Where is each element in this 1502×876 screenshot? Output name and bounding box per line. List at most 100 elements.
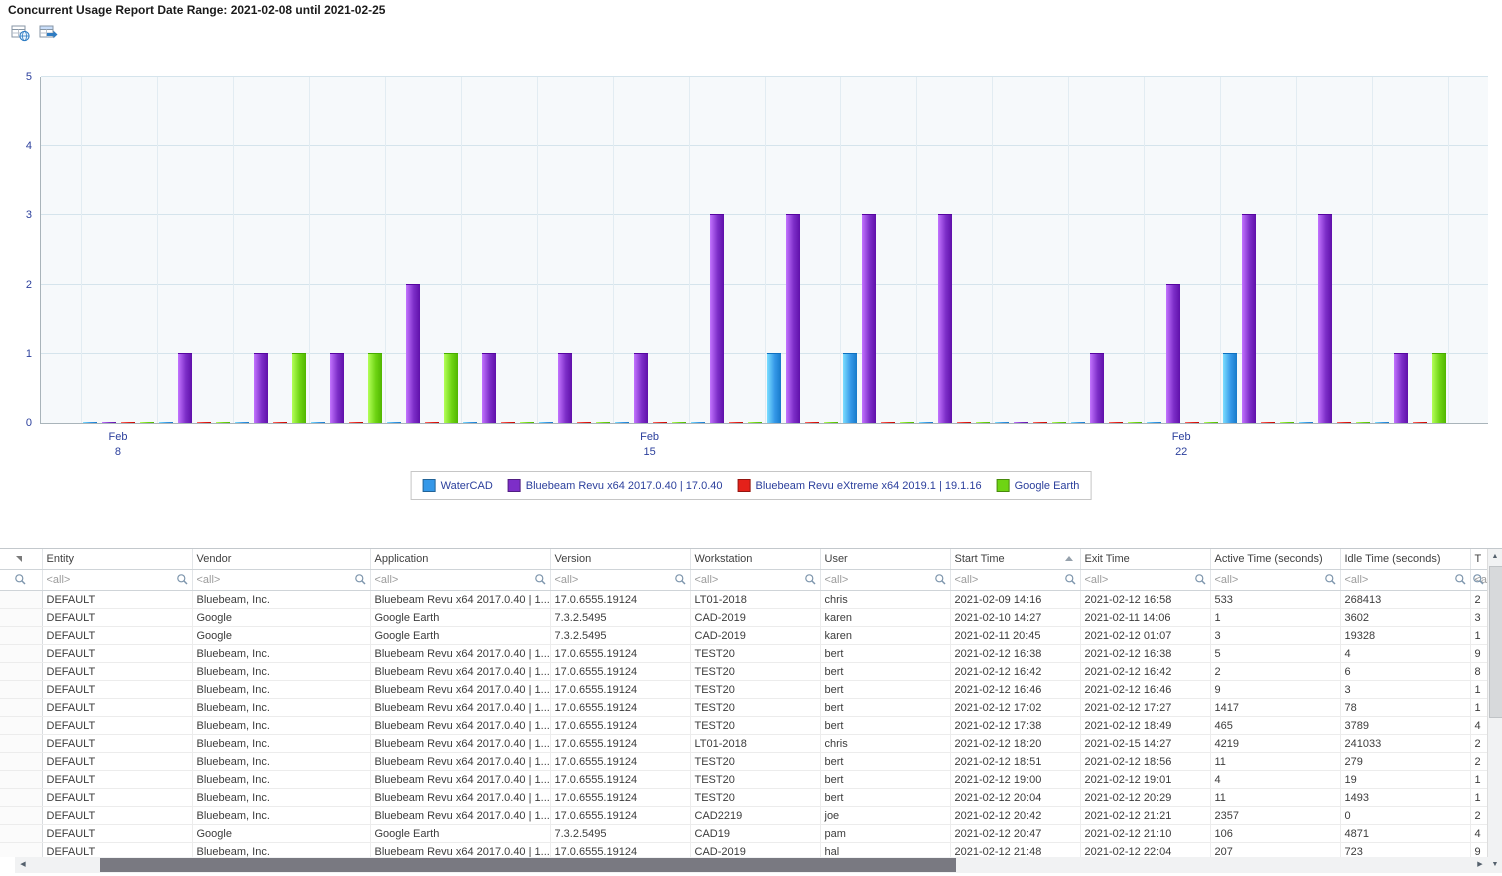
scroll-down-icon[interactable]: ▼ — [1488, 857, 1502, 873]
column-header-version[interactable]: Version — [550, 549, 690, 570]
cell-application[interactable]: Bluebeam Revu x64 2017.0.40 | 1... — [370, 717, 550, 735]
search-icon[interactable] — [176, 573, 189, 586]
table-row[interactable]: DEFAULTBluebeam, Inc.Bluebeam Revu x64 2… — [0, 591, 1488, 609]
column-header-start-time[interactable]: Start Time — [950, 549, 1080, 570]
cell-workstation[interactable]: TEST20 — [690, 717, 820, 735]
cell-version[interactable]: 17.0.6555.19124 — [550, 735, 690, 753]
cell-idle-time-seconds[interactable]: 3789 — [1340, 717, 1470, 735]
cell-active-time-seconds[interactable]: 533 — [1210, 591, 1340, 609]
cell-vendor[interactable]: Bluebeam, Inc. — [192, 789, 370, 807]
cell-entity[interactable]: DEFAULT — [42, 843, 192, 858]
row-indicator-cell[interactable] — [0, 645, 42, 663]
cell-application[interactable]: Bluebeam Revu x64 2017.0.40 | 1... — [370, 771, 550, 789]
row-indicator-cell[interactable] — [0, 771, 42, 789]
export-web-button[interactable] — [10, 24, 32, 44]
cell-application[interactable]: Bluebeam Revu x64 2017.0.40 | 1... — [370, 663, 550, 681]
cell-user[interactable]: bert — [820, 717, 950, 735]
filter-cell-indicator[interactable] — [0, 570, 42, 591]
cell-entity[interactable]: DEFAULT — [42, 807, 192, 825]
cell-version[interactable]: 17.0.6555.19124 — [550, 771, 690, 789]
cell-application[interactable]: Google Earth — [370, 825, 550, 843]
cell-start-time[interactable]: 2021-02-12 21:48 — [950, 843, 1080, 858]
cell-idle-time-seconds[interactable]: 0 — [1340, 807, 1470, 825]
cell-t[interactable]: 1 — [1470, 627, 1488, 645]
table-row[interactable]: DEFAULTGoogleGoogle Earth7.3.2.5495CAD19… — [0, 825, 1488, 843]
cell-workstation[interactable]: LT01-2018 — [690, 735, 820, 753]
cell-version[interactable]: 7.3.2.5495 — [550, 627, 690, 645]
cell-application[interactable]: Bluebeam Revu x64 2017.0.40 | 1... — [370, 807, 550, 825]
search-icon[interactable] — [1064, 573, 1077, 586]
search-icon[interactable] — [534, 573, 547, 586]
cell-exit-time[interactable]: 2021-02-12 19:01 — [1080, 771, 1210, 789]
column-header-application[interactable]: Application — [370, 549, 550, 570]
column-header-vendor[interactable]: Vendor — [192, 549, 370, 570]
cell-exit-time[interactable]: 2021-02-12 21:21 — [1080, 807, 1210, 825]
cell-entity[interactable]: DEFAULT — [42, 609, 192, 627]
cell-exit-time[interactable]: 2021-02-12 18:49 — [1080, 717, 1210, 735]
row-indicator-cell[interactable] — [0, 681, 42, 699]
cell-workstation[interactable]: TEST20 — [690, 699, 820, 717]
row-indicator-cell[interactable] — [0, 825, 42, 843]
cell-workstation[interactable]: TEST20 — [690, 663, 820, 681]
row-indicator-cell[interactable] — [0, 591, 42, 609]
search-icon[interactable] — [14, 573, 27, 586]
column-header-t[interactable]: T — [1470, 549, 1488, 570]
filter-cell-user[interactable]: <all> — [820, 570, 950, 591]
cell-user[interactable]: bert — [820, 753, 950, 771]
table-row[interactable]: DEFAULTBluebeam, Inc.Bluebeam Revu x64 2… — [0, 735, 1488, 753]
cell-version[interactable]: 17.0.6555.19124 — [550, 663, 690, 681]
cell-application[interactable]: Bluebeam Revu x64 2017.0.40 | 1... — [370, 789, 550, 807]
cell-application[interactable]: Bluebeam Revu x64 2017.0.40 | 1... — [370, 699, 550, 717]
cell-user[interactable]: karen — [820, 627, 950, 645]
row-indicator-cell[interactable] — [0, 717, 42, 735]
cell-t[interactable]: 2 — [1470, 735, 1488, 753]
search-icon[interactable] — [354, 573, 367, 586]
cell-vendor[interactable]: Bluebeam, Inc. — [192, 753, 370, 771]
cell-vendor[interactable]: Bluebeam, Inc. — [192, 663, 370, 681]
table-row[interactable]: DEFAULTBluebeam, Inc.Bluebeam Revu x64 2… — [0, 771, 1488, 789]
cell-vendor[interactable]: Google — [192, 609, 370, 627]
cell-start-time[interactable]: 2021-02-12 18:20 — [950, 735, 1080, 753]
filter-cell-t[interactable]: <all> — [1470, 570, 1488, 591]
cell-vendor[interactable]: Bluebeam, Inc. — [192, 645, 370, 663]
cell-t[interactable]: 4 — [1470, 825, 1488, 843]
table-row[interactable]: DEFAULTBluebeam, Inc.Bluebeam Revu x64 2… — [0, 681, 1488, 699]
cell-user[interactable]: pam — [820, 825, 950, 843]
cell-start-time[interactable]: 2021-02-12 18:51 — [950, 753, 1080, 771]
filter-cell-workstation[interactable]: <all> — [690, 570, 820, 591]
cell-workstation[interactable]: TEST20 — [690, 681, 820, 699]
cell-user[interactable]: bert — [820, 663, 950, 681]
cell-application[interactable]: Bluebeam Revu x64 2017.0.40 | 1... — [370, 843, 550, 858]
cell-start-time[interactable]: 2021-02-12 20:42 — [950, 807, 1080, 825]
export-data-button[interactable] — [38, 24, 60, 44]
cell-t[interactable]: 1 — [1470, 789, 1488, 807]
cell-vendor[interactable]: Bluebeam, Inc. — [192, 807, 370, 825]
cell-vendor[interactable]: Bluebeam, Inc. — [192, 717, 370, 735]
cell-exit-time[interactable]: 2021-02-12 16:58 — [1080, 591, 1210, 609]
row-indicator-cell[interactable] — [0, 753, 42, 771]
cell-user[interactable]: bert — [820, 645, 950, 663]
cell-entity[interactable]: DEFAULT — [42, 717, 192, 735]
row-indicator-cell[interactable] — [0, 735, 42, 753]
cell-idle-time-seconds[interactable]: 1493 — [1340, 789, 1470, 807]
cell-start-time[interactable]: 2021-02-12 16:42 — [950, 663, 1080, 681]
row-indicator-cell[interactable] — [0, 789, 42, 807]
cell-application[interactable]: Bluebeam Revu x64 2017.0.40 | 1... — [370, 591, 550, 609]
cell-application[interactable]: Google Earth — [370, 627, 550, 645]
row-indicator-cell[interactable] — [0, 843, 42, 858]
cell-idle-time-seconds[interactable]: 19328 — [1340, 627, 1470, 645]
cell-idle-time-seconds[interactable]: 19 — [1340, 771, 1470, 789]
cell-t[interactable]: 3 — [1470, 609, 1488, 627]
cell-user[interactable]: hal — [820, 843, 950, 858]
cell-exit-time[interactable]: 2021-02-12 01:07 — [1080, 627, 1210, 645]
cell-user[interactable]: bert — [820, 771, 950, 789]
cell-exit-time[interactable]: 2021-02-12 22:04 — [1080, 843, 1210, 858]
cell-exit-time[interactable]: 2021-02-12 21:10 — [1080, 825, 1210, 843]
cell-t[interactable]: 1 — [1470, 771, 1488, 789]
cell-active-time-seconds[interactable]: 1 — [1210, 609, 1340, 627]
search-icon[interactable] — [674, 573, 687, 586]
cell-version[interactable]: 17.0.6555.19124 — [550, 843, 690, 858]
cell-start-time[interactable]: 2021-02-11 20:45 — [950, 627, 1080, 645]
cell-idle-time-seconds[interactable]: 4871 — [1340, 825, 1470, 843]
cell-t[interactable]: 8 — [1470, 663, 1488, 681]
